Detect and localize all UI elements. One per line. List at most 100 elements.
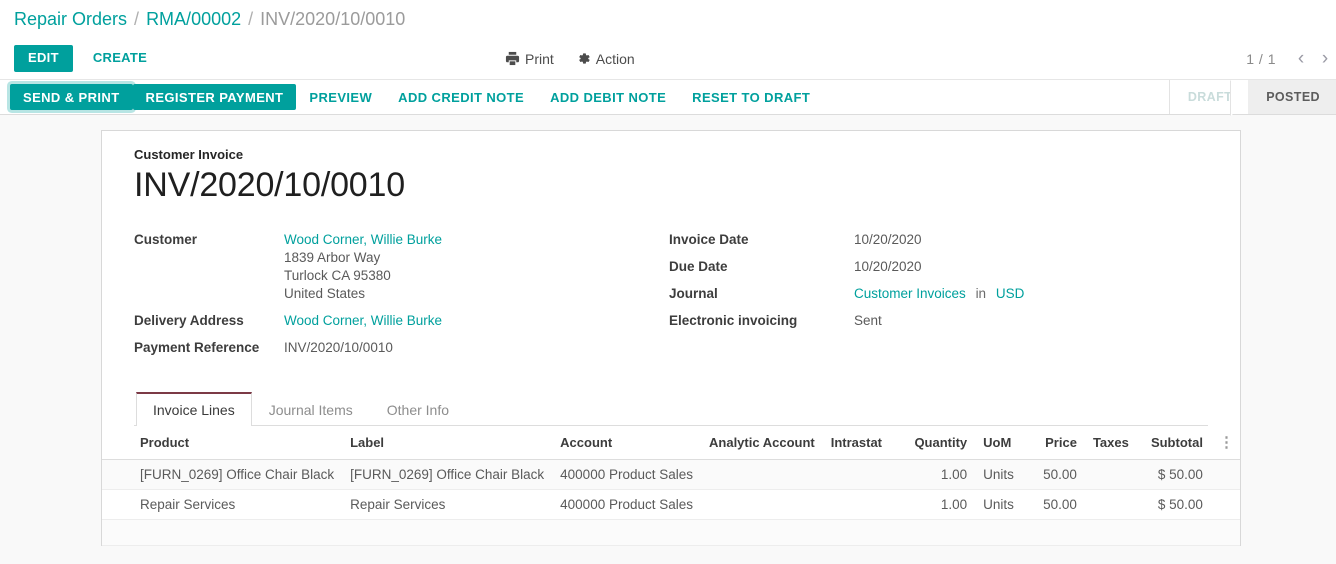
cell-product[interactable]: Repair Services [102, 489, 343, 521]
add-debit-note-button[interactable]: ADD DEBIT NOTE [537, 84, 679, 110]
optional-columns-toggle[interactable]: ⋮ [1210, 426, 1240, 461]
print-label: Print [525, 50, 554, 67]
pager-count: 1 / 1 [1246, 50, 1276, 67]
column-header-taxes[interactable]: Taxes [1084, 426, 1140, 461]
field-value-electronic-invoicing: Sent [854, 313, 882, 329]
cell-taxes[interactable] [1084, 489, 1140, 521]
field-label-electronic-invoicing: Electronic invoicing [669, 313, 798, 329]
reset-to-draft-button[interactable]: RESET TO DRAFT [679, 84, 823, 110]
field-label-delivery-address: Delivery Address [134, 313, 244, 329]
cell-account[interactable]: 400000 Product Sales [552, 489, 702, 521]
breadcrumb: Repair Orders / RMA/00002 / INV/2020/10/… [0, 0, 1336, 38]
column-header-quantity[interactable]: Quantity [899, 426, 976, 461]
cell-row-options [1210, 489, 1240, 521]
sheet-background: Customer Invoice INV/2020/10/0010 Custom… [0, 115, 1336, 547]
cell-product[interactable]: [FURN_0269] Office Chair Black [102, 459, 343, 491]
field-value-payment-reference: INV/2020/10/0010 [284, 340, 393, 356]
cell-analytic-account[interactable] [701, 459, 823, 491]
field-value-customer: Wood Corner, Willie Burke 1839 Arbor Way… [284, 231, 442, 303]
tab-invoice-lines[interactable]: Invoice Lines [136, 392, 252, 427]
edit-button[interactable]: EDIT [14, 45, 73, 72]
cell-analytic-account[interactable] [701, 489, 823, 521]
customer-address-line-3: United States [284, 286, 366, 302]
print-button[interactable]: Print [505, 51, 554, 67]
column-header-analytic-account[interactable]: Analytic Account [701, 426, 823, 461]
preview-button[interactable]: PREVIEW [296, 84, 385, 110]
cell-subtotal[interactable]: $ 50.00 [1139, 459, 1211, 491]
breadcrumb-separator: / [134, 8, 140, 29]
field-group-left: Customer Wood Corner, Willie Burke 1839 … [134, 231, 669, 366]
column-header-label[interactable]: Label [342, 426, 553, 461]
status-badge-posted[interactable]: POSTED [1230, 80, 1336, 116]
status-button-bar: SEND & PRINT REGISTER PAYMENT PREVIEW AD… [0, 79, 1336, 116]
delivery-address-link[interactable]: Wood Corner, Willie Burke [284, 313, 442, 328]
field-value-due-date: 10/20/2020 [854, 259, 922, 275]
invoice-lines-table: Product Label Account Analytic Account I… [102, 426, 1240, 521]
customer-address-line-1: 1839 Arbor Way [284, 250, 381, 266]
status-indicator: DRAFT POSTED [1168, 80, 1336, 116]
cell-uom[interactable]: Units [975, 489, 1029, 521]
table-body: [FURN_0269] Office Chair Black [FURN_026… [102, 459, 1240, 521]
invoice-lines-list: Product Label Account Analytic Account I… [102, 426, 1240, 547]
cell-taxes[interactable] [1084, 459, 1140, 491]
tab-other-info[interactable]: Other Info [370, 392, 466, 426]
column-header-product[interactable]: Product [102, 426, 343, 461]
add-credit-note-button[interactable]: ADD CREDIT NOTE [385, 84, 537, 110]
field-label-journal: Journal [669, 286, 718, 302]
customer-link[interactable]: Wood Corner, Willie Burke [284, 231, 442, 249]
breadcrumb-separator: / [248, 8, 254, 29]
field-value-invoice-date: 10/20/2020 [854, 232, 922, 248]
field-electronic-invoicing: Electronic invoicing Sent [669, 312, 1189, 330]
cell-label[interactable]: Repair Services [342, 489, 553, 521]
cell-account[interactable]: 400000 Product Sales [552, 459, 702, 491]
notebook-tabs: Invoice Lines Journal Items Other Info [134, 392, 1208, 427]
customer-address-line-2: Turlock CA 95380 [284, 268, 391, 284]
action-label: Action [595, 50, 635, 67]
column-header-intrastat[interactable]: Intrastat [822, 426, 900, 461]
journal-in-word: in [975, 286, 987, 302]
field-label-due-date: Due Date [669, 259, 728, 275]
pager-next-icon[interactable]: › [1314, 46, 1336, 72]
breadcrumb-item-current: INV/2020/10/0010 [260, 8, 406, 29]
notebook: Invoice Lines Journal Items Other Info P… [102, 392, 1240, 547]
cell-quantity[interactable]: 1.00 [899, 459, 976, 491]
column-header-account[interactable]: Account [552, 426, 702, 461]
cell-price[interactable]: 50.00 [1029, 489, 1085, 521]
table-header-row: Product Label Account Analytic Account I… [102, 426, 1240, 461]
pager: 1 / 1 ‹ › [1246, 46, 1336, 72]
cell-intrastat[interactable] [822, 459, 900, 491]
currency-link[interactable]: USD [996, 286, 1025, 301]
cell-intrastat[interactable] [822, 489, 900, 521]
breadcrumb-item-rma[interactable]: RMA/00002 [146, 9, 241, 30]
add-line-row[interactable] [102, 520, 1240, 547]
column-header-uom[interactable]: UoM [975, 426, 1029, 461]
journal-link[interactable]: Customer Invoices [854, 286, 966, 301]
table-row[interactable]: Repair Services Repair Services 400000 P… [102, 489, 1240, 521]
cell-price[interactable]: 50.00 [1029, 459, 1085, 491]
cell-subtotal[interactable]: $ 50.00 [1139, 489, 1211, 521]
cell-uom[interactable]: Units [975, 459, 1029, 491]
register-payment-button[interactable]: REGISTER PAYMENT [132, 84, 297, 110]
field-label-invoice-date: Invoice Date [669, 232, 749, 248]
field-label-payment-reference: Payment Reference [134, 340, 260, 356]
column-header-price[interactable]: Price [1029, 426, 1085, 461]
field-invoice-date: Invoice Date 10/20/2020 [669, 231, 1189, 249]
breadcrumb-item-repair-orders[interactable]: Repair Orders [14, 9, 127, 30]
control-panel-actions: Print Action [505, 51, 635, 67]
field-label-customer: Customer [134, 232, 198, 248]
table-row[interactable]: [FURN_0269] Office Chair Black [FURN_026… [102, 459, 1240, 491]
cell-quantity[interactable]: 1.00 [899, 489, 976, 521]
table-header: Product Label Account Analytic Account I… [102, 426, 1240, 461]
field-delivery-address: Delivery Address Wood Corner, Willie Bur… [134, 312, 669, 330]
form-sheet: Customer Invoice INV/2020/10/0010 Custom… [101, 130, 1241, 547]
cell-label[interactable]: [FURN_0269] Office Chair Black [342, 459, 553, 491]
create-button[interactable]: CREATE [81, 45, 159, 71]
field-payment-reference: Payment Reference INV/2020/10/0010 [134, 339, 669, 357]
tab-journal-items[interactable]: Journal Items [252, 392, 370, 426]
send-and-print-button[interactable]: SEND & PRINT [10, 84, 133, 110]
column-header-subtotal[interactable]: Subtotal [1139, 426, 1211, 461]
action-menu-button[interactable]: Action [576, 51, 635, 67]
pager-previous-icon[interactable]: ‹ [1290, 46, 1312, 72]
form-type-label: Customer Invoice [134, 147, 244, 162]
page-title: INV/2020/10/0010 [134, 166, 405, 204]
